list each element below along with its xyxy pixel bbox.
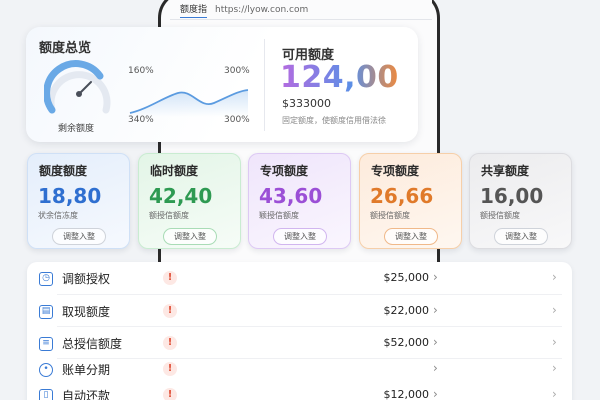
adjust-button[interactable]: 调整入整 <box>163 228 217 245</box>
spark-label: 300% <box>224 66 250 76</box>
list-item-label: 自动还款 <box>62 389 111 400</box>
warning-icon: ! <box>163 304 177 318</box>
list-item-label: 取现额度 <box>62 305 111 319</box>
chevron-right-icon: › <box>433 303 438 317</box>
quota-value: 43,60 <box>259 184 323 208</box>
chevron-right-icon: › <box>552 361 557 375</box>
warning-icon: ! <box>163 362 177 376</box>
browser-tab[interactable]: 额度指 <box>180 2 208 18</box>
adjust-button[interactable]: 调整入整 <box>273 228 327 245</box>
quota-value: 26,66 <box>370 184 434 208</box>
quota-subtitle: 颖授信额度 <box>259 211 299 220</box>
quota-value: 18,80 <box>38 184 102 208</box>
chevron-right-icon: › <box>552 335 557 349</box>
list-item[interactable]: ▤ 取现额度 ! $22,000 › › <box>27 298 572 326</box>
sparkline-chart <box>129 89 249 117</box>
spark-label: 340% <box>128 115 154 125</box>
quota-name: 共享额度 <box>481 164 530 178</box>
quota-card[interactable]: 共享额度 16,00 额授信额度 调整入整 <box>469 153 572 249</box>
chevron-right-icon: › <box>433 361 438 375</box>
chevron-right-icon: › <box>433 270 438 284</box>
list-item[interactable]: • 账单分期 ! › › <box>27 356 572 384</box>
quota-card[interactable]: 专项额度 43,60 颖授信额度 调整入整 <box>248 153 351 249</box>
quota-name: 临时额度 <box>150 164 199 178</box>
list-item[interactable]: ▯ 自动还款 ! $12,000 › › <box>27 382 572 400</box>
divider <box>264 39 265 131</box>
url-text[interactable]: https://lyow.con.com <box>215 5 308 15</box>
adjust-button[interactable]: 调整入整 <box>494 228 548 245</box>
quota-value: 16,00 <box>480 184 544 208</box>
list-item-label: 总授信额度 <box>62 337 123 351</box>
quota-subtitle: 状余信冻度 <box>38 211 78 220</box>
clock-icon: ◷ <box>39 272 53 286</box>
quota-name: 额度额度 <box>39 164 88 178</box>
available-note: 固定额度，使额度信用借法徐 <box>282 116 386 125</box>
list-item-amount: $52,000 <box>383 336 430 349</box>
adjust-button[interactable]: 调整入整 <box>52 228 106 245</box>
document-icon: ≡ <box>39 337 53 351</box>
available-amount: $333000 <box>282 97 331 110</box>
list-item-amount: $12,000 <box>383 388 430 400</box>
list-item[interactable]: ◷ 调额授权 ! $25,000 › › <box>27 265 572 293</box>
quota-subtitle: 额授信额度 <box>149 211 189 220</box>
calendar-icon: ▤ <box>39 305 53 319</box>
list-item-amount: $25,000 <box>383 271 430 284</box>
quota-card[interactable]: 额度额度 18,80 状余信冻度 调整入整 <box>27 153 130 249</box>
list-item-amount: $22,000 <box>383 304 430 317</box>
list-item-label: 调额授权 <box>62 272 111 286</box>
chevron-right-icon: › <box>433 335 438 349</box>
divider <box>57 294 562 295</box>
quota-card[interactable]: 临时额度 42,40 额授信额度 调整入整 <box>138 153 241 249</box>
overview-card: 额度总览 剩余额度 160% 300% 340% 300% 可用额度 124,0… <box>26 27 418 142</box>
quota-subtitle: 额授信额度 <box>370 211 410 220</box>
chevron-right-icon: › <box>552 270 557 284</box>
user-icon: • <box>39 363 53 377</box>
chevron-right-icon: › <box>552 303 557 317</box>
warning-icon: ! <box>163 388 177 400</box>
spark-label: 160% <box>128 66 154 76</box>
gauge-icon <box>44 60 111 114</box>
quota-name: 专项额度 <box>260 164 309 178</box>
chevron-right-icon: › <box>552 387 557 400</box>
warning-icon: ! <box>163 336 177 350</box>
spark-label: 300% <box>224 115 250 125</box>
gauge-caption: 剩余额度 <box>58 124 95 134</box>
available-value: 124,00 <box>280 60 399 95</box>
warning-icon: ! <box>163 271 177 285</box>
quota-action-list: ◷ 调额授权 ! $25,000 › › ▤ 取现额度 ! $22,000 › … <box>27 262 572 400</box>
list-item[interactable]: ≡ 总授信额度 ! $52,000 › › <box>27 330 572 358</box>
overview-title: 额度总览 <box>39 41 92 56</box>
trash-icon: ▯ <box>39 389 53 400</box>
list-item-label: 账单分期 <box>62 363 111 377</box>
quota-name: 专项额度 <box>371 164 420 178</box>
quota-value: 42,40 <box>149 184 213 208</box>
adjust-button[interactable]: 调整入整 <box>384 228 438 245</box>
quota-card[interactable]: 专项额度 26,66 额授信额度 调整入整 <box>359 153 462 249</box>
browser-url-bar[interactable]: 额度指 https://lyow.con.com <box>170 0 432 20</box>
chevron-right-icon: › <box>433 387 438 400</box>
quota-subtitle: 额授信额度 <box>480 211 520 220</box>
divider <box>57 326 562 327</box>
